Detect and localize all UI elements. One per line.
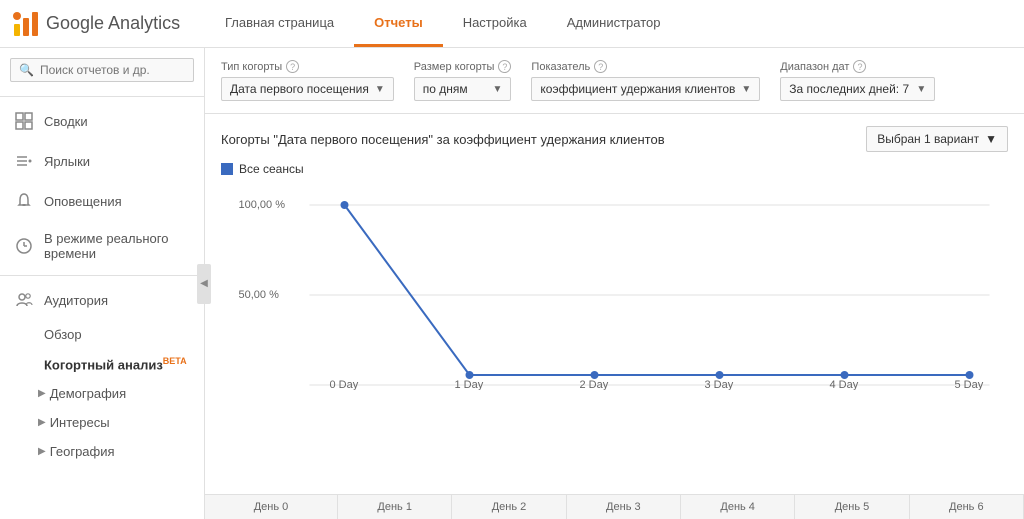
chart-container: Когорты "Дата первого посещения" за коэф… xyxy=(205,114,1024,494)
sidebar-sub-kogortny[interactable]: Когортный анализBETA xyxy=(0,349,204,379)
table-header-day0: День 0 xyxy=(205,495,338,519)
cohort-size-help-icon[interactable]: ? xyxy=(498,60,511,73)
nav-tabs: Главная страница Отчеты Настройка Админи… xyxy=(205,0,680,47)
tab-home[interactable]: Главная страница xyxy=(205,0,354,47)
people-icon xyxy=(14,290,34,310)
logo-area: Google Analytics xyxy=(0,10,205,38)
cohort-type-label: Тип когорты ? xyxy=(221,60,394,73)
svg-text:0 Day: 0 Day xyxy=(330,379,359,390)
search-icon: 🔍 xyxy=(19,63,34,77)
content-wrapper: ◀ Тип когорты ? Дата первого посещения ▼ xyxy=(205,48,1024,519)
sidebar-item-opovesheniya[interactable]: Оповещения xyxy=(0,181,204,221)
search-box[interactable]: 🔍 xyxy=(10,58,194,82)
sidebar-item-realtime[interactable]: В режиме реального времени xyxy=(0,221,204,271)
chart-point-5[interactable] xyxy=(966,371,974,379)
sidebar-label-realtime: В режиме реального времени xyxy=(44,231,190,261)
cohort-size-chevron-icon: ▼ xyxy=(493,84,503,95)
svg-text:3 Day: 3 Day xyxy=(705,379,734,390)
table-header-day1: День 1 xyxy=(338,495,452,519)
table-header-day6: День 6 xyxy=(910,495,1024,519)
chart-point-3[interactable] xyxy=(716,371,724,379)
bell-icon xyxy=(14,191,34,211)
legend-label: Все сеансы xyxy=(239,162,304,176)
sidebar: 🔍 Сводки Ярлыки Оповещения xyxy=(0,48,205,519)
chart-legend: Все сеансы xyxy=(221,162,1008,176)
metric-help-icon[interactable]: ? xyxy=(594,60,607,73)
table-header-day2: День 2 xyxy=(452,495,566,519)
sidebar-label-auditoriya: Аудитория xyxy=(44,293,108,308)
date-range-chevron-icon: ▼ xyxy=(916,84,926,95)
variant-button[interactable]: Выбран 1 вариант ▼ xyxy=(866,126,1008,152)
sidebar-divider-2 xyxy=(0,275,204,276)
sidebar-sub-demografiya[interactable]: ▶ Демография xyxy=(0,379,204,408)
chart-title: Когорты "Дата первого посещения" за коэф… xyxy=(221,132,665,147)
main-layout: 🔍 Сводки Ярлыки Оповещения xyxy=(0,48,1024,519)
sidebar-item-svodki[interactable]: Сводки xyxy=(0,101,204,141)
sidebar-item-auditoriya[interactable]: Аудитория xyxy=(0,280,204,320)
tab-settings[interactable]: Настройка xyxy=(443,0,547,47)
arrow-interesy-icon: ▶ xyxy=(38,417,46,428)
date-range-label: Диапазон дат ? xyxy=(780,60,935,73)
sidebar-sub-geografiya[interactable]: ▶ География xyxy=(0,437,204,466)
chart-point-2[interactable] xyxy=(591,371,599,379)
chart-point-0[interactable] xyxy=(341,201,349,209)
filter-metric: Показатель ? коэффициент удержания клиен… xyxy=(531,60,760,101)
svg-text:4 Day: 4 Day xyxy=(830,379,859,390)
collapse-handle[interactable]: ◀ xyxy=(197,264,211,304)
filter-cohort-type: Тип когорты ? Дата первого посещения ▼ xyxy=(221,60,394,101)
beta-badge: BETA xyxy=(163,356,187,366)
cohort-type-chevron-icon: ▼ xyxy=(375,84,385,95)
sidebar-sub-interesy[interactable]: ▶ Интересы xyxy=(0,408,204,437)
metric-chevron-icon: ▼ xyxy=(741,84,751,95)
filter-bar: Тип когорты ? Дата первого посещения ▼ Р… xyxy=(205,48,1024,114)
sidebar-label-svodki: Сводки xyxy=(44,114,88,129)
sidebar-divider-1 xyxy=(0,96,204,97)
metric-select[interactable]: коэффициент удержания клиентов ▼ xyxy=(531,77,760,101)
arrow-geografiya-icon: ▶ xyxy=(38,446,46,457)
chart-svg: 100,00 % 50,00 % xyxy=(221,190,1008,390)
svg-text:5 Day: 5 Day xyxy=(955,379,984,390)
sidebar-sub-obzor[interactable]: Обзор xyxy=(0,320,204,349)
filter-date-range: Диапазон дат ? За последних дней: 7 ▼ xyxy=(780,60,935,101)
arrow-demografiya-icon: ▶ xyxy=(38,388,46,399)
table-header-day4: День 4 xyxy=(681,495,795,519)
top-navigation: Google Analytics Главная страница Отчеты… xyxy=(0,0,1024,48)
grid-icon xyxy=(14,111,34,131)
labels-icon xyxy=(14,151,34,171)
sidebar-item-yarlyky[interactable]: Ярлыки xyxy=(0,141,204,181)
filter-cohort-size: Размер когорты ? по дням ▼ xyxy=(414,60,512,101)
chart-header: Когорты "Дата первого посещения" за коэф… xyxy=(221,126,1008,152)
svg-text:50,00 %: 50,00 % xyxy=(239,289,280,301)
chart-svg-wrapper: 100,00 % 50,00 % xyxy=(221,190,1008,482)
date-range-help-icon[interactable]: ? xyxy=(853,60,866,73)
variant-chevron-icon: ▼ xyxy=(985,132,997,146)
cohort-type-select[interactable]: Дата первого посещения ▼ xyxy=(221,77,394,101)
table-header-day3: День 3 xyxy=(567,495,681,519)
svg-text:1 Day: 1 Day xyxy=(455,379,484,390)
clock-icon xyxy=(14,236,34,256)
date-range-select[interactable]: За последних дней: 7 ▼ xyxy=(780,77,935,101)
legend-color-box xyxy=(221,163,233,175)
sidebar-label-opovesheniya: Оповещения xyxy=(44,194,122,209)
cohort-size-select[interactable]: по дням ▼ xyxy=(414,77,512,101)
logo-text: Google Analytics xyxy=(46,13,180,34)
svg-text:100,00 %: 100,00 % xyxy=(239,199,286,211)
table-header-day5: День 5 xyxy=(795,495,909,519)
svg-text:2 Day: 2 Day xyxy=(580,379,609,390)
cohort-type-help-icon[interactable]: ? xyxy=(286,60,299,73)
metric-label: Показатель ? xyxy=(531,60,760,73)
search-input[interactable] xyxy=(40,63,185,77)
tab-reports[interactable]: Отчеты xyxy=(354,0,443,47)
cohort-size-label: Размер когорты ? xyxy=(414,60,512,73)
chart-point-1[interactable] xyxy=(466,371,474,379)
table-header-row: День 0 День 1 День 2 День 3 День 4 День … xyxy=(205,494,1024,519)
tab-admin[interactable]: Администратор xyxy=(547,0,681,47)
ga-logo-icon xyxy=(12,10,40,38)
chart-point-4[interactable] xyxy=(841,371,849,379)
content-area: Тип когорты ? Дата первого посещения ▼ Р… xyxy=(205,48,1024,519)
sidebar-label-yarlyky: Ярлыки xyxy=(44,154,90,169)
